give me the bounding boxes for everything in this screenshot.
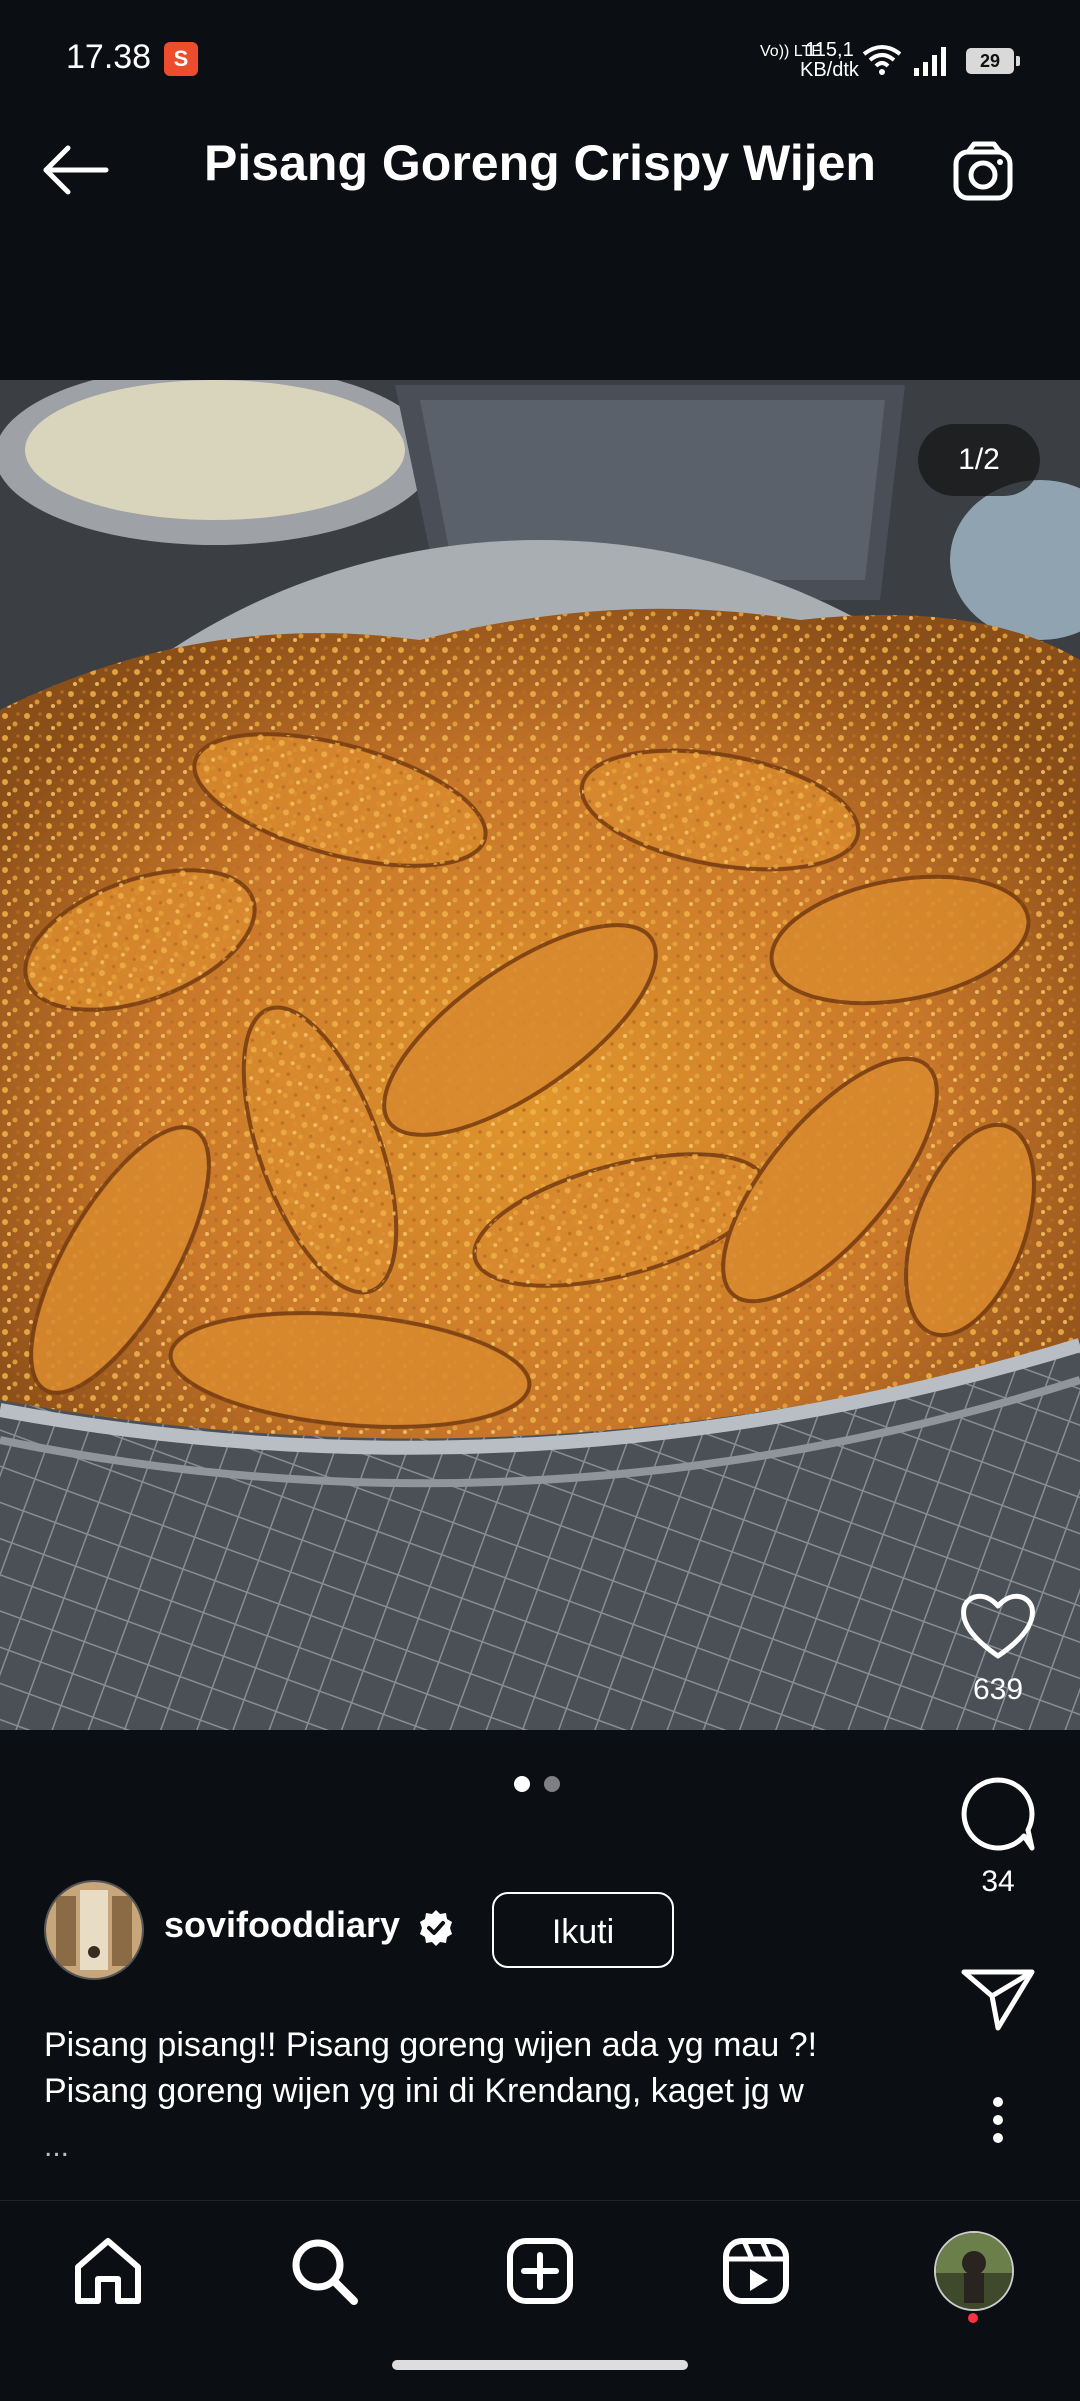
shopee-icon: S bbox=[164, 42, 198, 76]
battery-indicator: 29 bbox=[966, 48, 1020, 74]
camera-icon[interactable] bbox=[950, 138, 1020, 208]
profile-avatar[interactable] bbox=[934, 2231, 1014, 2311]
create-post-icon[interactable] bbox=[500, 2231, 580, 2311]
network-speed-value: 115,1 bbox=[805, 39, 854, 61]
image-counter: 1/2 bbox=[918, 424, 1040, 496]
status-bar: 17.38 S Vo)) LTE 115,1 KB/dtk 29 bbox=[0, 0, 1080, 90]
comments-count: 34 bbox=[981, 1865, 1015, 1898]
signal-icon bbox=[914, 47, 946, 76]
status-time: 17.38 bbox=[66, 38, 152, 76]
follow-button[interactable]: Ikuti bbox=[492, 1892, 674, 1968]
carousel-dot bbox=[544, 1776, 560, 1792]
caption-line-2: Pisang goreng wijen yg ini di Krendang, … bbox=[44, 2072, 804, 2110]
comment-icon[interactable] bbox=[958, 1774, 1038, 1854]
top-app-bar: Pisang Goreng Crispy Wijen bbox=[0, 100, 1080, 240]
page-title: Pisang Goreng Crispy Wijen bbox=[204, 135, 876, 191]
post-caption[interactable]: Pisang pisang!! Pisang goreng wijen ada … bbox=[44, 2022, 944, 2114]
post-author-row: sovifooddiary Ikuti bbox=[44, 1880, 944, 1980]
send-icon[interactable] bbox=[958, 1964, 1038, 2034]
caption-more-button[interactable]: ... bbox=[44, 2130, 69, 2164]
home-indicator[interactable] bbox=[392, 2360, 688, 2370]
home-icon[interactable] bbox=[68, 2231, 148, 2311]
profile-notification-dot bbox=[968, 2313, 978, 2323]
author-avatar[interactable] bbox=[44, 1880, 144, 1980]
carousel-dots bbox=[514, 1776, 574, 1792]
carousel-dot-active bbox=[514, 1776, 530, 1792]
arrow-left-icon[interactable] bbox=[36, 140, 116, 200]
likes-count: 639 bbox=[972, 1673, 1024, 1706]
verified-badge-icon bbox=[420, 1910, 452, 1946]
bottom-navigation bbox=[0, 2200, 1080, 2401]
wifi-icon bbox=[862, 45, 902, 75]
comment-action[interactable]: 34 bbox=[950, 1774, 1046, 1899]
network-speed-unit: KB/dtk bbox=[800, 59, 859, 81]
share-action[interactable] bbox=[950, 1964, 1046, 2039]
network-speed: 115,1 KB/dtk bbox=[800, 40, 859, 80]
heart-icon[interactable] bbox=[958, 1590, 1038, 1662]
caption-line-1: Pisang pisang!! Pisang goreng wijen ada … bbox=[44, 2026, 818, 2064]
author-username[interactable]: sovifooddiary bbox=[164, 1904, 400, 1946]
more-options-icon[interactable] bbox=[980, 2092, 1016, 2152]
fried-banana-photo bbox=[0, 380, 1080, 1730]
search-icon[interactable] bbox=[284, 2231, 364, 2311]
reels-icon[interactable] bbox=[716, 2231, 796, 2311]
like-action[interactable]: 639 bbox=[950, 1590, 1046, 1707]
post-photo[interactable] bbox=[0, 380, 1080, 1730]
